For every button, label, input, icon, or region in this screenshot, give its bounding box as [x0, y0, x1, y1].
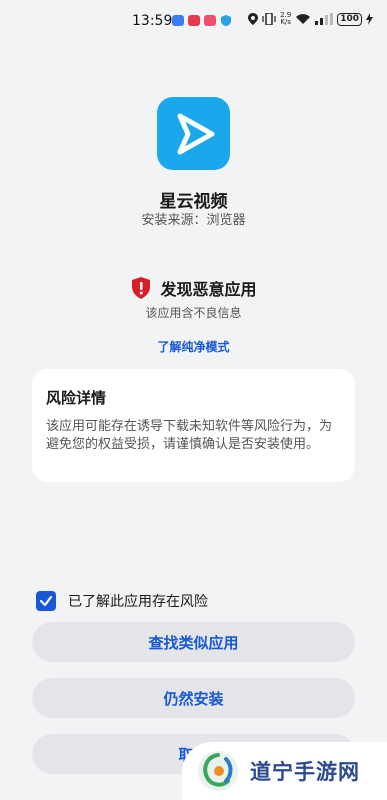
notification-icon: [188, 15, 200, 26]
warning-title: 发现恶意应用: [160, 280, 257, 299]
acknowledge-label: 已了解此应用存在风险: [68, 594, 208, 610]
checkmark-icon: [39, 595, 53, 607]
network-speed-unit: K/s: [280, 18, 291, 26]
notification-icon: [204, 15, 216, 26]
watermark-logo-icon: [198, 751, 238, 791]
status-indicators: 2.9 K/s 100: [248, 12, 373, 26]
risk-details-title: 风险详情: [46, 389, 107, 407]
signal-icon: [315, 13, 334, 25]
shield-warning-icon: [132, 277, 151, 299]
find-similar-apps-button[interactable]: 查找类似应用: [32, 622, 355, 662]
network-speed: 2.9 K/s: [280, 12, 291, 26]
shield-notification-icon: [221, 15, 231, 26]
location-icon: [248, 13, 259, 25]
vibrate-icon: [262, 13, 276, 25]
install-source: 安装来源：浏览器: [141, 213, 246, 228]
status-time: 13:59: [132, 13, 173, 29]
risk-details-card: 风险详情 该应用可能存在诱导下载未知软件等风险行为，为避免您的权益受损，请谨慎确…: [32, 369, 355, 482]
notification-icon: [172, 15, 184, 26]
app-icon: [157, 97, 230, 170]
wifi-icon: [296, 14, 311, 24]
play-arrow-icon: [177, 113, 214, 154]
risk-details-body: 该应用可能存在诱导下载未知软件等风险行为，为避免您的权益受损，请谨慎确认是否安装…: [46, 419, 333, 452]
watermark: 道宁手游网: [182, 742, 387, 800]
acknowledge-risk-row[interactable]: 已了解此应用存在风险: [36, 591, 208, 611]
charging-icon: [366, 13, 373, 25]
status-bar: 13:59 2.9 K/s 100: [0, 0, 387, 40]
warning-subtitle: 该应用含不良信息: [145, 306, 242, 320]
install-anyway-button[interactable]: 仍然安装: [32, 678, 355, 718]
learn-pure-mode-link[interactable]: 了解纯净模式: [0, 338, 387, 355]
battery-indicator: 100: [337, 12, 362, 26]
watermark-text: 道宁手游网: [250, 760, 360, 784]
malware-warning: 发现恶意应用: [0, 276, 387, 300]
acknowledge-checkbox[interactable]: [36, 591, 56, 611]
